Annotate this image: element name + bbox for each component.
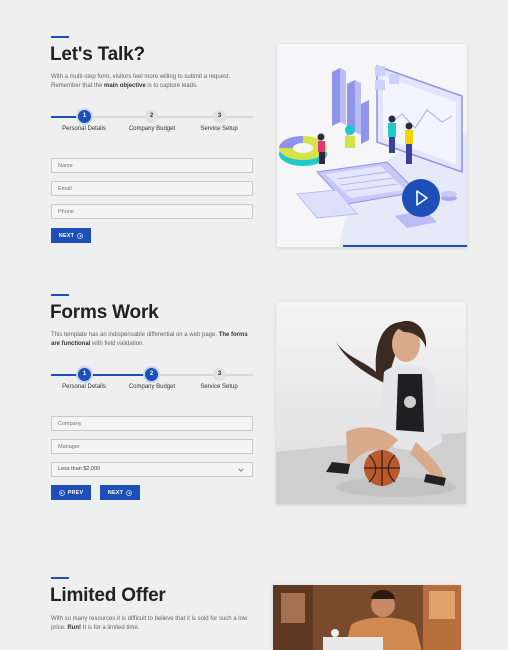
- isometric-office-illustration: [277, 44, 467, 247]
- section-description: With a multi-step form, visitors feel mo…: [51, 74, 231, 89]
- phone-field[interactable]: [51, 204, 253, 219]
- prev-button-label: PREV: [67, 489, 84, 496]
- section-description: This template has an indispensable diffe…: [51, 332, 248, 347]
- arrow-right-circle-icon: [77, 232, 84, 239]
- step-1-dot[interactable]: 1: [78, 110, 91, 123]
- office-worker-photo: [273, 585, 461, 650]
- title-accent-bar: [51, 577, 69, 579]
- section-title: Forms Work: [50, 302, 159, 323]
- section-title: Let's Talk?: [50, 44, 145, 65]
- manager-field[interactable]: [51, 439, 253, 454]
- chevron-down-icon: [238, 468, 244, 472]
- step-1-dot[interactable]: 1: [78, 368, 91, 381]
- title-accent-bar: [51, 36, 69, 38]
- step-2-dot[interactable]: 2: [145, 110, 158, 123]
- next-button[interactable]: NEXT: [100, 485, 140, 500]
- step-3-label: Service Setup: [200, 126, 238, 132]
- title-accent-bar: [51, 294, 69, 296]
- play-button[interactable]: [402, 179, 440, 217]
- next-button-label: NEXT: [58, 232, 75, 239]
- prev-button[interactable]: PREV: [51, 485, 91, 500]
- step-progress: 1 2 3 Personal Details Company Budget Se…: [51, 368, 253, 392]
- section-forms-work: Forms Work This template has an indispen…: [0, 270, 508, 540]
- step-2-dot[interactable]: 2: [145, 368, 158, 381]
- next-button-label: NEXT: [107, 489, 124, 496]
- step-3-dot[interactable]: 3: [213, 368, 226, 381]
- section-description: With so many resources it is difficult t…: [51, 616, 248, 631]
- step-3-label: Service Setup: [200, 384, 238, 390]
- step-progress: 1 2 3 Personal Details Company Budget Se…: [51, 110, 253, 134]
- company-field[interactable]: [51, 416, 253, 431]
- step-3-dot[interactable]: 3: [213, 110, 226, 123]
- photo-card: [273, 585, 461, 650]
- step-2-label: Company Budget: [128, 384, 176, 390]
- step-1-label: Personal Details: [62, 384, 106, 390]
- name-field[interactable]: [51, 158, 253, 173]
- illustration-bottom-border: [343, 245, 467, 247]
- next-button[interactable]: NEXT: [51, 228, 91, 243]
- step-1-label: Personal Details: [62, 126, 106, 132]
- step-2-label: Company Budget: [128, 126, 176, 132]
- section-lets-talk: Let's Talk? With a multi-step form, visi…: [0, 0, 508, 270]
- section-title: Limited Offer: [50, 585, 166, 606]
- illustration-card: [277, 44, 467, 247]
- step-track-fill: [51, 374, 152, 376]
- basketball-player-photo: [276, 302, 466, 504]
- arrow-left-circle-icon: [58, 489, 65, 496]
- play-icon: [416, 190, 428, 206]
- photo-card: [276, 302, 466, 504]
- budget-select[interactable]: Less than $2,000: [51, 462, 253, 477]
- budget-select-value: Less than $2,000: [58, 466, 101, 472]
- arrow-right-circle-icon: [126, 489, 133, 496]
- email-field[interactable]: [51, 181, 253, 196]
- section-limited-offer: Limited Offer With so many resources it …: [0, 540, 508, 650]
